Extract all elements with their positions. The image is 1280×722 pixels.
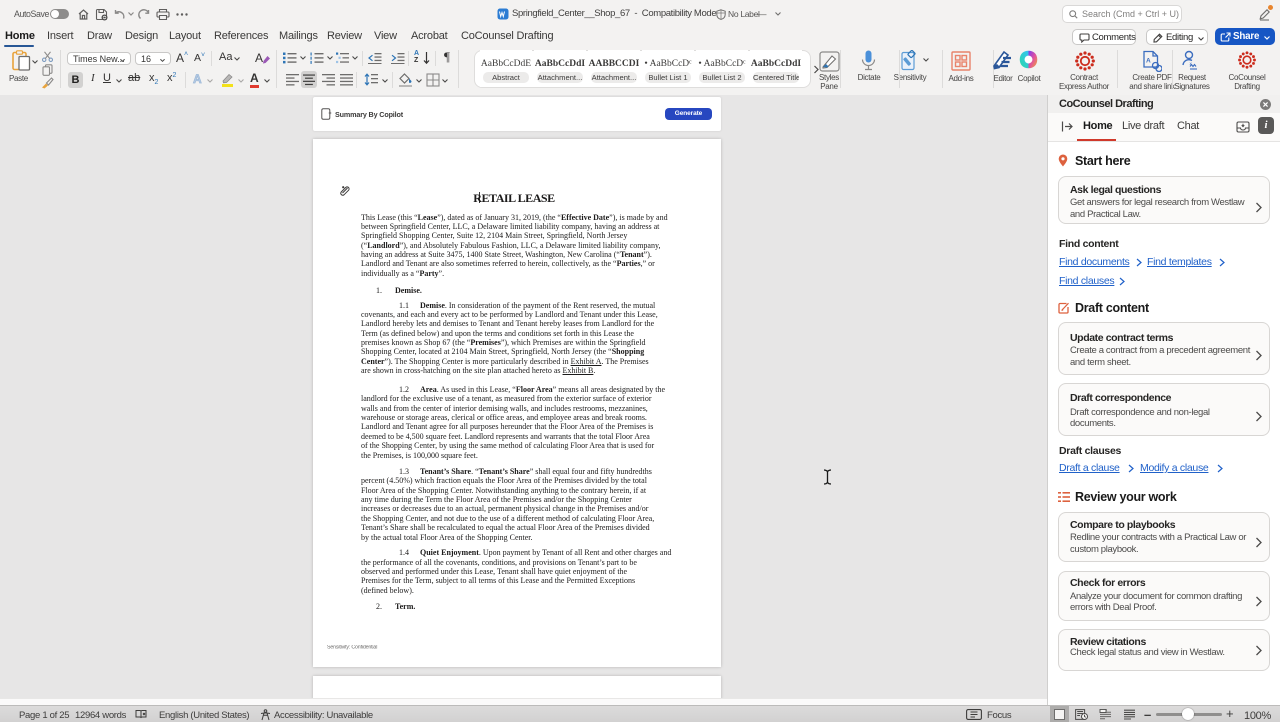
svg-text:A: A (1146, 58, 1151, 65)
